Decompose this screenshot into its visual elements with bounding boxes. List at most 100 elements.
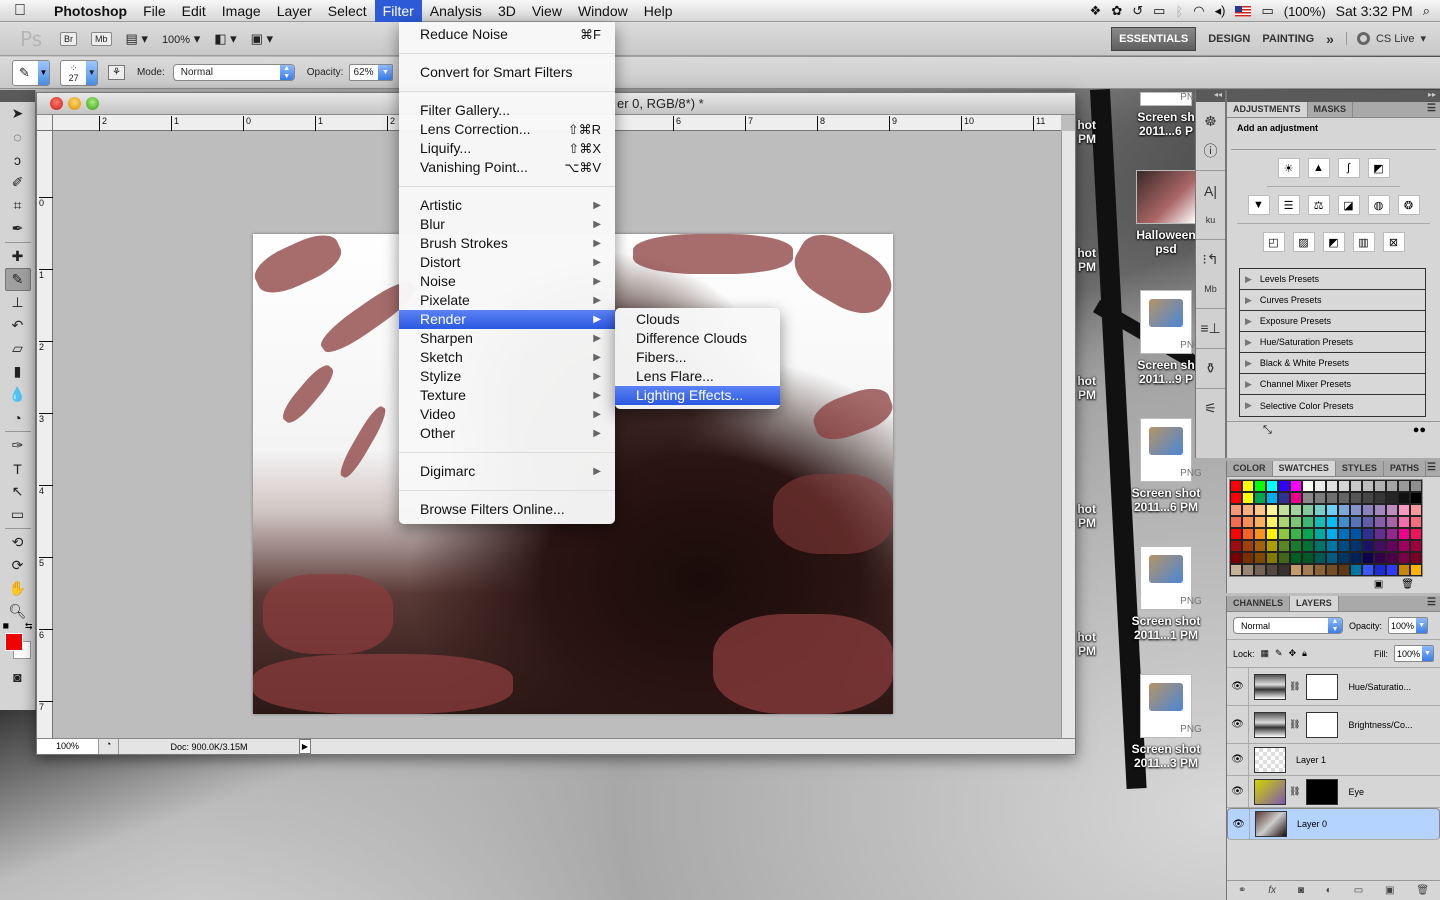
color-swatch[interactable] (1398, 492, 1410, 504)
color-swatch[interactable] (1386, 504, 1398, 516)
new-adjustment-layer-icon[interactable]: ◐ (1326, 885, 1332, 896)
collapse-dock-icon[interactable]: ◂◂ (1196, 90, 1225, 102)
render-submenu-item[interactable]: Difference Clouds (615, 329, 780, 348)
view-extras-button[interactable]: ▤ ▾ (126, 31, 148, 47)
color-swatch[interactable] (1290, 552, 1302, 564)
color-swatch[interactable] (1398, 540, 1410, 552)
color-swatch[interactable] (1314, 492, 1326, 504)
desktop-file-icon[interactable]: Halloween psd (1126, 170, 1206, 256)
quick-mask-icon[interactable]: ◙ (5, 665, 31, 688)
layer-mask-thumbnail[interactable] (1306, 711, 1339, 738)
levels-icon[interactable]: ▲ (1307, 158, 1330, 178)
color-swatch[interactable] (1266, 516, 1278, 528)
menu-image[interactable]: Image (214, 0, 269, 22)
color-swatch[interactable] (1326, 480, 1338, 492)
filter-menu-item[interactable]: Blur ▶ (399, 215, 615, 234)
color-swatch[interactable] (1266, 528, 1278, 540)
tab-channels[interactable]: CHANNELS (1227, 596, 1291, 611)
color-swatch[interactable] (1278, 516, 1290, 528)
invert-icon[interactable]: ◰ (1262, 232, 1285, 252)
color-swatch[interactable] (1230, 564, 1242, 576)
brush-tool-icon[interactable]: ✎ (4, 268, 31, 291)
color-swatch[interactable] (1398, 564, 1410, 576)
color-swatch[interactable] (1410, 552, 1422, 564)
color-swatch[interactable] (1278, 480, 1290, 492)
filter-menu-item[interactable]: Convert for Smart Filters (399, 63, 615, 82)
color-swatch[interactable] (1278, 528, 1290, 540)
color-swatch[interactable] (1326, 504, 1338, 516)
color-swatch[interactable] (1242, 504, 1254, 516)
color-swatch[interactable] (1314, 564, 1326, 576)
color-swatch[interactable] (1254, 504, 1266, 516)
color-swatch[interactable] (1338, 516, 1350, 528)
add-mask-icon[interactable]: ◙ (1298, 885, 1304, 896)
render-submenu-item[interactable]: Lighting Effects... (615, 386, 780, 405)
color-swatch[interactable] (1350, 528, 1362, 540)
color-swatch[interactable] (1302, 540, 1314, 552)
mini-bridge-icon[interactable]: Mb (1196, 274, 1225, 303)
color-swatch[interactable] (1266, 480, 1278, 492)
3d-orbit-tool-icon[interactable]: ⟳ (5, 554, 31, 577)
color-swatch[interactable] (1266, 504, 1278, 516)
color-swatch[interactable] (1230, 552, 1242, 564)
panel-menu-icon[interactable]: ☰ (1427, 103, 1436, 114)
filter-menu-item[interactable]: Pixelate ▶ (399, 291, 615, 310)
wifi-icon[interactable]: ◠ (1193, 3, 1204, 19)
color-swatch[interactable] (1242, 492, 1254, 504)
menu-app-name[interactable]: Photoshop (44, 0, 135, 22)
screen-mode-button[interactable]: ▣ ▾ (251, 31, 273, 47)
menu-layer[interactable]: Layer (269, 0, 320, 22)
color-swatch[interactable] (1314, 516, 1326, 528)
filter-menu-item[interactable]: Stylize ▶ (399, 367, 615, 386)
3d-rotate-tool-icon[interactable]: ⟲ (5, 531, 31, 554)
color-swatch[interactable] (1230, 504, 1242, 516)
color-swatch[interactable] (1230, 516, 1242, 528)
color-swatch[interactable] (1374, 552, 1386, 564)
battery-icon[interactable]: ▭ (1261, 3, 1273, 19)
vertical-scrollbar[interactable] (1061, 131, 1075, 738)
color-swatch[interactable] (1242, 540, 1254, 552)
color-swatch[interactable] (1314, 552, 1326, 564)
exposure-icon[interactable]: ◩ (1367, 158, 1390, 178)
visibility-eye-icon[interactable]: 👁︎ (1228, 809, 1250, 839)
tab-swatches[interactable]: SWATCHES (1272, 461, 1336, 476)
color-swatch[interactable] (1386, 564, 1398, 576)
status-menu-arrow-icon[interactable]: ▶ (299, 739, 311, 754)
color-swatch[interactable] (1302, 492, 1314, 504)
link-layers-icon[interactable]: ⚭ (1238, 885, 1246, 896)
preset-item[interactable]: ▶ Selective Color Presets (1240, 395, 1425, 416)
filter-menu-item[interactable]: Browse Filters Online... (399, 500, 615, 519)
zoom-field[interactable]: 100% (37, 739, 99, 754)
color-swatch[interactable] (1386, 540, 1398, 552)
time-machine-icon[interactable]: ↺ (1132, 3, 1143, 19)
zoom-tool-icon[interactable]: 🔍︎ (5, 600, 31, 623)
preset-item[interactable]: ▶ Exposure Presets (1240, 311, 1425, 332)
color-swatch[interactable] (1338, 504, 1350, 516)
clone-stamp-tool-icon[interactable]: ⊥ (5, 291, 31, 314)
brush-panel-toggle-icon[interactable]: ⚘ (108, 65, 125, 80)
mask-link-icon[interactable]: ⛓ (1289, 786, 1300, 797)
close-window-button[interactable] (50, 97, 63, 110)
render-submenu-item[interactable]: Clouds (615, 310, 780, 329)
minimize-window-button[interactable] (68, 97, 81, 110)
quick-selection-tool-icon[interactable]: ✐ (5, 171, 31, 194)
history-icon[interactable]: ⁝↰ (1196, 245, 1225, 274)
color-swatch[interactable] (1350, 516, 1362, 528)
color-swatch[interactable] (1338, 480, 1350, 492)
growl-paw-icon[interactable]: ✿ (1111, 3, 1122, 19)
tab-layers[interactable]: LAYERS (1290, 596, 1339, 611)
color-swatch[interactable] (1314, 540, 1326, 552)
clone-source-icon[interactable]: ≡⊥ (1196, 314, 1225, 343)
clock[interactable]: Sat 3:32 PM (1336, 3, 1413, 19)
curves-icon[interactable]: ∫ (1337, 158, 1360, 178)
return-to-list-icon[interactable]: ⤡ (1263, 424, 1272, 437)
color-swatch[interactable] (1230, 540, 1242, 552)
color-swatch[interactable] (1314, 528, 1326, 540)
color-swatch[interactable] (1266, 492, 1278, 504)
pen-tool-icon[interactable]: ✑ (5, 434, 31, 457)
apple-icon[interactable]:  (14, 2, 44, 20)
color-swatch[interactable] (1338, 552, 1350, 564)
workspace-painting[interactable]: PAINTING (1262, 33, 1314, 45)
filter-menu-item[interactable]: Distort ▶ (399, 253, 615, 272)
color-swatch[interactable] (1362, 516, 1374, 528)
